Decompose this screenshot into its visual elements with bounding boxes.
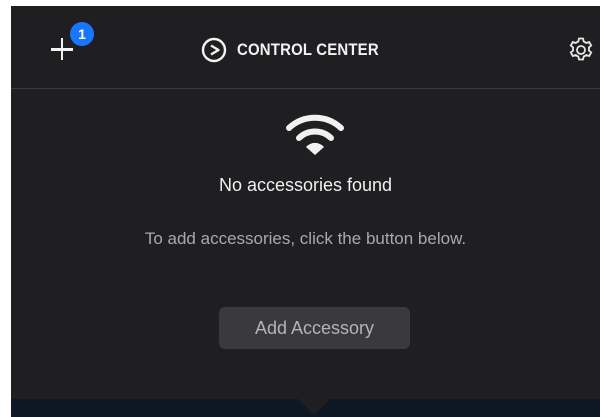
elgato-logo-icon xyxy=(201,37,227,63)
empty-state-title: No accessories found xyxy=(218,175,393,195)
gear-icon[interactable] xyxy=(567,36,595,64)
app-title: CONTROL CENTER xyxy=(201,36,398,64)
control-center-window: 1 CONTROL CENTER No accessories found To… xyxy=(11,6,600,417)
header-bar: 1 CONTROL CENTER xyxy=(11,6,600,89)
notification-badge: 1 xyxy=(70,22,94,46)
wifi-icon xyxy=(286,114,344,155)
app-title-text: CONTROL CENTER xyxy=(237,40,379,59)
footer-notch xyxy=(298,399,330,415)
main-content: No accessories found To add accessories,… xyxy=(11,89,600,399)
empty-state-message: To add accessories, click the button bel… xyxy=(144,229,467,248)
add-accessory-button[interactable]: Add Accessory xyxy=(219,307,410,349)
footer-bar xyxy=(11,399,600,417)
